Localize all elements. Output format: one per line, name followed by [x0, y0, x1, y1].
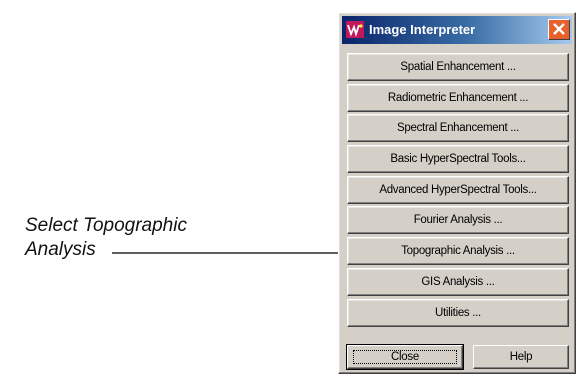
- close-window-button[interactable]: [548, 19, 570, 40]
- focus-rectangle: [353, 350, 457, 364]
- dialog-button-row: Close Help: [346, 344, 569, 370]
- window-title: Image Interpreter: [369, 22, 476, 37]
- menu-button-list: Spatial Enhancement ... Radiometric Enha…: [347, 53, 569, 329]
- gis-analysis-button[interactable]: GIS Analysis ...: [347, 267, 569, 296]
- erdas-icon: [346, 21, 364, 38]
- spectral-enhancement-button[interactable]: Spectral Enhancement ...: [347, 114, 569, 143]
- fourier-analysis-button[interactable]: Fourier Analysis ...: [347, 206, 569, 235]
- help-button[interactable]: Help: [473, 345, 569, 369]
- advanced-hyperspectral-tools-button[interactable]: Advanced HyperSpectral Tools...: [347, 175, 569, 204]
- topographic-analysis-button[interactable]: Topographic Analysis ...: [347, 237, 569, 266]
- close-icon: [553, 23, 565, 35]
- basic-hyperspectral-tools-button[interactable]: Basic HyperSpectral Tools...: [347, 145, 569, 174]
- annotation-callout: Select Topographic Analysis: [25, 214, 365, 274]
- pointer-arrow-icon: [112, 247, 363, 259]
- close-button[interactable]: Close: [346, 344, 464, 370]
- radiometric-enhancement-button[interactable]: Radiometric Enhancement ...: [347, 83, 569, 112]
- utilities-button[interactable]: Utilities ...: [347, 298, 569, 327]
- spatial-enhancement-button[interactable]: Spatial Enhancement ...: [347, 53, 569, 81]
- image-interpreter-window: Image Interpreter Spatial Enhancement ..…: [338, 12, 576, 374]
- title-bar[interactable]: Image Interpreter: [342, 16, 572, 44]
